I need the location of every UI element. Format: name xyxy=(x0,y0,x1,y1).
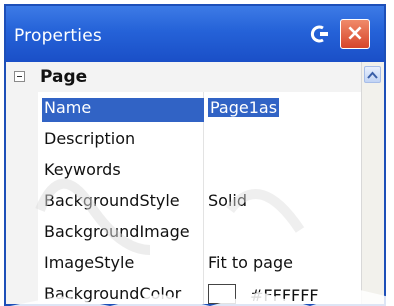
property-value-input[interactable]: Page1as xyxy=(208,98,280,117)
property-value[interactable]: Solid xyxy=(208,191,247,210)
property-value[interactable]: Fit to page xyxy=(208,253,293,272)
property-name: BackgroundColor xyxy=(44,284,182,303)
property-name: BackgroundImage xyxy=(44,222,190,241)
property-name: ImageStyle xyxy=(44,253,135,272)
property-row-keywords[interactable]: Keywords xyxy=(38,155,362,186)
color-hex-value: #FFFFFF xyxy=(250,286,319,305)
property-name: Description xyxy=(44,129,136,148)
category-row-page[interactable]: Page xyxy=(6,62,362,92)
property-row-name[interactable]: Name Page1as xyxy=(38,93,362,124)
property-name: BackgroundStyle xyxy=(44,191,180,210)
title-bar[interactable]: Properties × xyxy=(6,6,384,62)
property-row-backgroundimage[interactable]: BackgroundImage xyxy=(38,217,362,248)
vertical-scrollbar[interactable] xyxy=(361,62,384,304)
property-row-imagestyle[interactable]: ImageStyle Fit to page xyxy=(38,248,362,279)
property-row-description[interactable]: Description xyxy=(38,124,362,155)
category-label: Page xyxy=(40,67,88,87)
pin-icon[interactable] xyxy=(306,21,332,47)
property-name: Keywords xyxy=(44,160,121,179)
property-name: Name xyxy=(42,98,204,122)
property-value-color[interactable]: #FFFFFF xyxy=(208,284,319,305)
grid-gutter xyxy=(6,62,38,304)
property-grid: Page Name Page1as Description Keywords B… xyxy=(6,62,384,304)
close-icon[interactable]: × xyxy=(340,19,370,49)
property-row-backgroundstyle[interactable]: BackgroundStyle Solid xyxy=(38,186,362,217)
collapse-icon[interactable] xyxy=(14,71,25,82)
properties-panel: Properties × Page Name Page1as Descripti… xyxy=(4,4,386,306)
property-row-backgroundcolor[interactable]: BackgroundColor #FFFFFF xyxy=(38,279,362,305)
scroll-up-icon[interactable] xyxy=(364,66,381,83)
color-swatch[interactable] xyxy=(208,284,236,304)
panel-title: Properties xyxy=(14,26,102,46)
